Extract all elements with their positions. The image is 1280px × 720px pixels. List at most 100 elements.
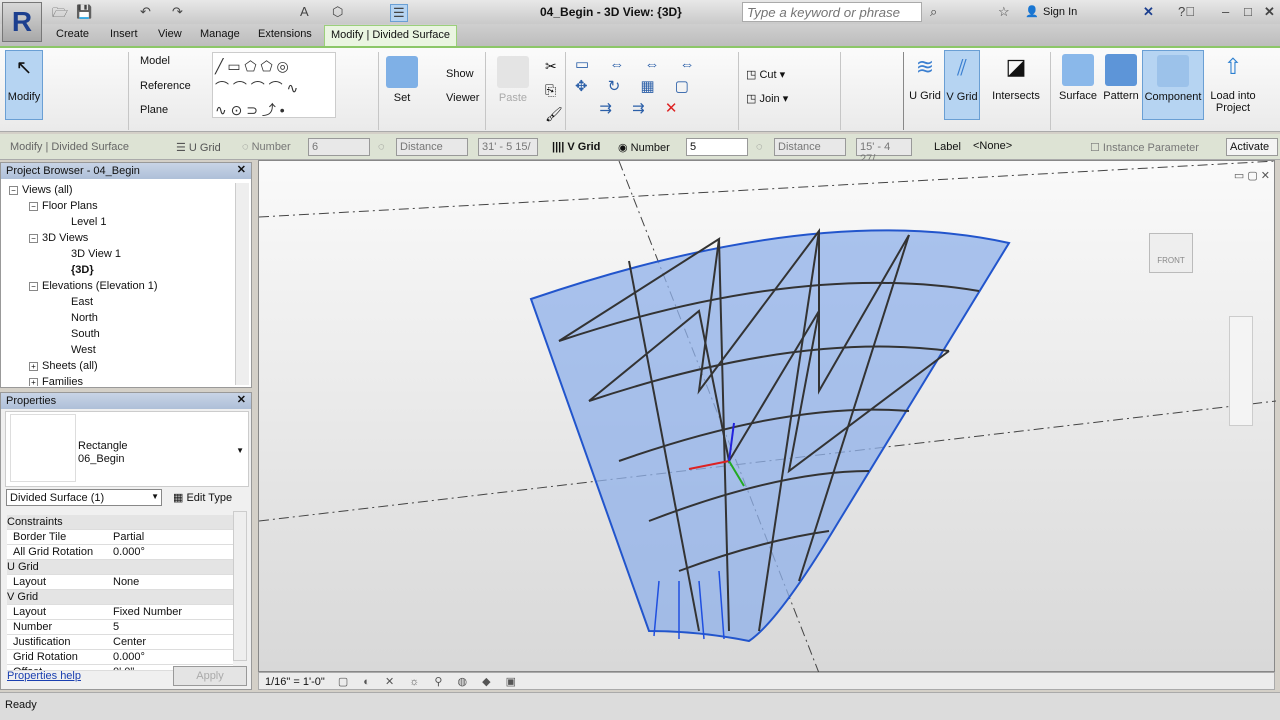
work-plane-button[interactable]: Plane <box>140 104 168 116</box>
show-button[interactable]: Show <box>446 68 474 80</box>
modify-tools[interactable]: ▭ ⇔ ⇔ ⇔ ✥ ↻ ▦ ▢ ⇉ ⇉ ✕ <box>575 54 703 120</box>
u-grid-button[interactable]: ≋ U Grid <box>906 50 944 120</box>
v-number-radio[interactable]: ◉ Number <box>618 141 670 154</box>
property-value[interactable]: 0.000° <box>113 546 145 558</box>
tab-create[interactable]: Create <box>56 28 89 40</box>
join-button[interactable]: ◳ Join ▾ <box>746 92 788 105</box>
minimize-button[interactable]: – <box>1222 4 1229 19</box>
draw-gallery[interactable]: ╱ ▭ ⬠ ⬠ ◎ ⌒ ⌒ ⌒ ⌒ ∿ ∿ ⊙ ⊃ ⤴ • <box>212 52 336 118</box>
pattern-button[interactable]: Pattern <box>1100 50 1142 102</box>
property-row[interactable]: All Grid Rotation 0.000° <box>7 545 233 560</box>
close-button[interactable]: ✕ <box>1264 4 1275 20</box>
thin-lines-icon[interactable]: ☰ <box>390 4 408 22</box>
property-row[interactable]: Grid Rotation 0.000° <box>7 650 233 665</box>
close-icon[interactable]: ✕ <box>237 163 246 176</box>
text-icon[interactable]: A <box>300 4 309 19</box>
u-number-radio[interactable]: ◌ Number <box>242 141 291 153</box>
v-distance-input[interactable]: 15' - 4 27/ <box>856 138 912 165</box>
surface-button[interactable]: Surface <box>1056 50 1100 102</box>
divided-surface-model[interactable] <box>258 160 1277 674</box>
label-select[interactable]: <None> <box>970 138 1080 156</box>
exchange-icon[interactable]: ✕ <box>1143 4 1154 20</box>
property-group[interactable]: Constraints <box>7 515 233 530</box>
u-distance-input[interactable]: 31' - 5 15/ <box>478 138 538 156</box>
redo-icon[interactable]: ↷ <box>172 4 183 20</box>
view-scale[interactable]: 1/16" = 1'-0" <box>265 676 325 688</box>
open-icon[interactable]: 🗁 <box>52 4 68 26</box>
close-icon[interactable]: ✕ <box>237 393 246 406</box>
view-window-controls[interactable]: ▭ ▢ ✕ <box>1234 169 1270 182</box>
load-into-project-button[interactable]: ⇧ Load into Project <box>1206 50 1260 114</box>
set-button[interactable]: Set <box>386 52 418 104</box>
3d-viewport[interactable]: FRONT ▭ ▢ ✕ <box>258 160 1277 674</box>
property-row[interactable]: Justification Center <box>7 635 233 650</box>
instance-selector[interactable]: Divided Surface (1) ▼ <box>6 489 162 506</box>
tree-item[interactable]: North <box>71 312 98 324</box>
tab-view[interactable]: View <box>158 28 182 40</box>
property-value[interactable]: 0' 0" <box>113 666 134 670</box>
property-group[interactable]: U Grid <box>7 560 233 575</box>
edit-type-button[interactable]: ▦ Edit Type <box>173 491 232 504</box>
tree-item[interactable]: South <box>71 328 100 340</box>
binoculars-icon[interactable]: ⌕ <box>930 4 937 20</box>
save-icon[interactable]: 💾 <box>76 4 92 20</box>
application-menu-button[interactable]: R <box>2 2 42 42</box>
tree-item[interactable]: + Families <box>29 376 83 386</box>
tree-item[interactable]: + Sheets (all) <box>29 360 98 372</box>
property-row[interactable]: Border Tile Partial <box>7 530 233 545</box>
property-value[interactable]: None <box>113 576 139 588</box>
component-button[interactable]: Component <box>1142 50 1204 120</box>
activate-button[interactable]: Activate <box>1226 138 1278 156</box>
property-value[interactable]: Partial <box>113 531 144 543</box>
property-row[interactable]: Layout Fixed Number <box>7 605 233 620</box>
cut-button[interactable]: ◳ Cut ▾ <box>746 68 785 81</box>
help-icon[interactable]: ?⃝ <box>1178 4 1195 19</box>
property-value[interactable]: Fixed Number <box>113 606 182 618</box>
undo-icon[interactable]: ↶ <box>140 4 151 20</box>
v-distance-select[interactable]: Distance <box>774 138 846 156</box>
modify-button[interactable]: ↖ Modify <box>5 50 43 120</box>
property-row[interactable]: Layout None <box>7 575 233 590</box>
u-distance-radio[interactable]: ◌ <box>378 141 385 153</box>
tree-item[interactable]: − Elevations (Elevation 1) <box>29 280 158 292</box>
v-grid-option[interactable]: |||| V Grid <box>552 141 600 153</box>
tree-item[interactable]: East <box>71 296 93 308</box>
tree-item-active[interactable]: {3D} <box>71 264 94 276</box>
property-row[interactable]: Number 5 <box>7 620 233 635</box>
tree-item[interactable]: Level 1 <box>71 216 106 228</box>
sign-in-button[interactable]: Sign In <box>1043 6 1077 18</box>
v-number-input[interactable]: 5 <box>686 138 748 156</box>
tab-extensions[interactable]: Extensions <box>258 28 312 40</box>
apply-button[interactable]: Apply <box>173 666 247 686</box>
tab-modify-divided-surface[interactable]: Modify | Divided Surface <box>324 25 458 46</box>
u-distance-select[interactable]: Distance <box>396 138 468 156</box>
reference-line-button[interactable]: Reference <box>140 80 191 92</box>
view-control-icons[interactable]: ▢ ◐ ✕ ☼ ⚲ ◍ ◆ ▣ <box>338 676 522 688</box>
tab-insert[interactable]: Insert <box>110 28 138 40</box>
tree-item[interactable]: −3D Views <box>29 232 88 244</box>
navigation-bar[interactable] <box>1229 316 1253 426</box>
3d-view-icon[interactable]: ⬡ <box>332 4 343 20</box>
tab-manage[interactable]: Manage <box>200 28 240 40</box>
u-number-input[interactable]: 6 <box>308 138 370 156</box>
v-distance-radio[interactable]: ◌ <box>756 141 763 153</box>
maximize-button[interactable]: □ <box>1244 4 1252 19</box>
tree-item[interactable]: − Views (all) <box>9 184 73 196</box>
property-group[interactable]: V Grid <box>7 590 233 605</box>
instance-parameter-checkbox[interactable]: ☐ Instance Parameter <box>1090 141 1199 154</box>
scrollbar[interactable] <box>233 511 247 661</box>
properties-help-link[interactable]: Properties help <box>7 670 81 682</box>
intersects-button[interactable]: ◪ Intersects <box>988 50 1044 102</box>
viewer-button[interactable]: Viewer <box>446 92 479 104</box>
tree-item[interactable]: 3D View 1 <box>71 248 121 260</box>
star-icon[interactable]: ☆ <box>998 4 1010 20</box>
property-value[interactable]: 0.000° <box>113 651 145 663</box>
viewcube[interactable]: FRONT <box>1149 233 1193 273</box>
u-grid-option[interactable]: ☰ U Grid <box>176 141 221 154</box>
property-value[interactable]: 5 <box>113 621 119 633</box>
tree-item[interactable]: − Floor Plans <box>29 200 98 212</box>
type-selector[interactable]: Rectangle 06_Begin ▼ <box>5 411 249 487</box>
property-value[interactable]: Center <box>113 636 146 648</box>
clipboard-tools[interactable]: ✂ ⎘ 🖌 <box>545 54 563 126</box>
tree-item[interactable]: West <box>71 344 96 356</box>
